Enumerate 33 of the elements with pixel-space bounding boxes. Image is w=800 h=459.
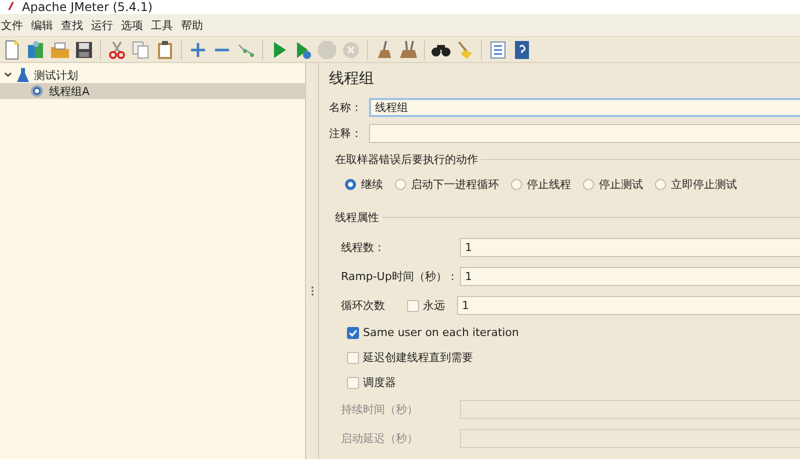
radio-label: 停止线程 [527,177,571,192]
input-field[interactable]: 1 [460,267,800,286]
field-label: 线程数： [341,240,386,255]
radio-label: 继续 [361,177,383,192]
menu-item[interactable]: 工具 [150,18,174,32]
field-label: Ramp-Up时间（秒）： [341,269,459,284]
input-field[interactable]: 1 [457,296,800,315]
group-title: 线程属性 [335,210,379,225]
menu-item[interactable]: 查找 [60,18,84,32]
menu-item[interactable]: 文件 [0,18,24,32]
tree-item[interactable]: 线程组A [0,83,305,99]
field-label: 启动延迟（秒） [341,431,419,446]
group-title: 在取样器错误后要执行的动作 [335,152,478,167]
tree-item[interactable]: 测试计划 [0,67,305,83]
menu-item[interactable]: 选项 [120,18,144,32]
menu-item[interactable]: 运行 [90,18,114,32]
field-label: 注释： [329,126,363,140]
checkbox-label: 延迟创建线程直到需要 [363,350,473,365]
menu-item[interactable]: 编辑 [30,18,54,32]
window-title: Apache JMeter (5.4.1) [22,1,153,14]
menu-item[interactable]: 帮助 [180,18,204,32]
input-field[interactable]: 1 [460,238,800,257]
field-label: 名称： [329,100,363,114]
radio-label: 停止测试 [599,177,643,192]
field-label: 持续时间（秒） [341,402,419,417]
field-label: 循环次数 [341,298,386,313]
name-field[interactable]: 线程组 [369,98,800,116]
radio-label: 启动下一进程循环 [411,177,499,192]
panel-title: 线程组 [329,69,375,88]
checkbox-label: Same user on each iteration [363,326,519,339]
checkbox-label: 永远 [423,298,446,313]
checkbox-label: 调度器 [363,375,396,390]
radio-label: 立即停止测试 [671,177,737,192]
